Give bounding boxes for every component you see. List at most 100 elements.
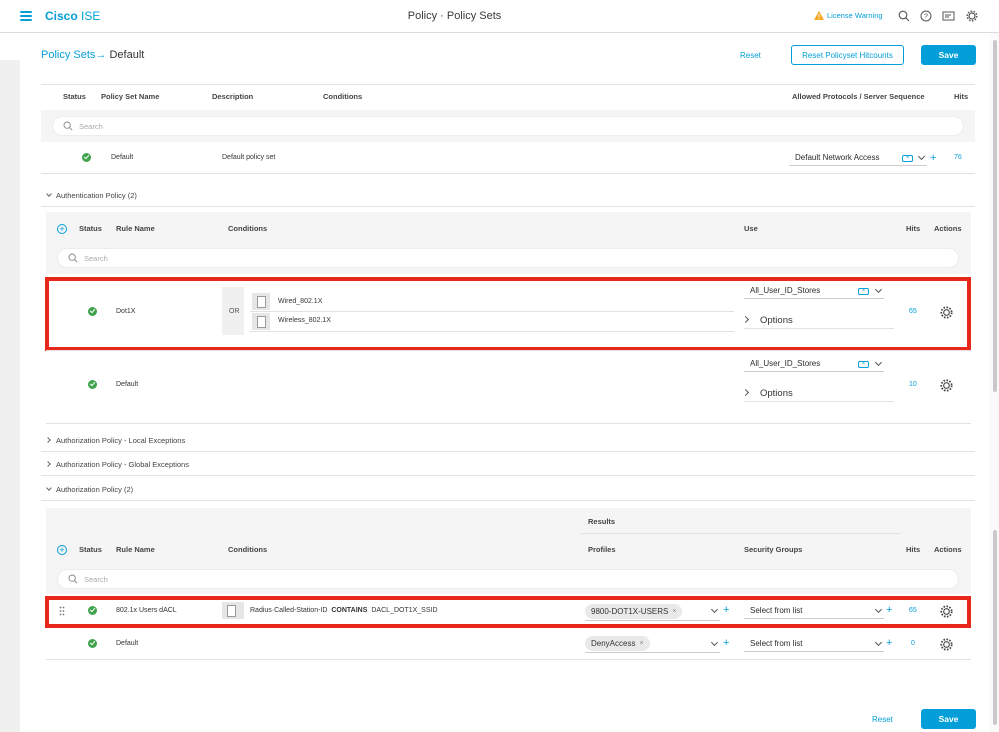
col-status: Status [79,224,102,233]
add-rule-icon[interactable]: + [57,545,67,555]
help-icon[interactable]: ? [920,10,932,22]
add-rule-icon[interactable]: + [57,224,67,234]
notifications-icon[interactable] [942,10,956,22]
policy-set-description: Default policy set [222,154,276,161]
save-button[interactable]: Save [921,45,976,65]
search-placeholder: Search [84,253,108,263]
security-group-value: Select from list [750,639,803,648]
svg-text:?: ? [924,14,928,21]
col-conditions: Conditions [228,224,268,233]
authentication-policy-toggle[interactable]: Authentication Policy (2) [56,191,137,200]
col-policy-set-name: Policy Set Name [101,92,160,101]
clear-icon[interactable]: × [902,155,913,162]
use-identity-value: All_User_ID_Stores [750,359,821,368]
chevron-right-icon[interactable] [741,388,750,397]
policy-set-hits[interactable]: 76 [954,154,962,161]
breadcrumb-policy-sets[interactable]: Policy Sets [41,49,95,61]
allowed-protocols-value: Default Network Access [795,153,880,162]
license-warning-link[interactable]: License Warning [814,11,883,20]
divider [585,652,720,653]
breadcrumb-arrow: → [95,49,107,61]
col-actions: Actions [934,224,962,233]
policy-set-name[interactable]: Default [111,154,133,161]
divider [46,350,971,351]
rule-hits[interactable]: 0 [911,640,915,647]
search-icon [63,121,73,131]
search-icon [68,574,78,584]
col-hits: Hits [906,545,921,554]
chevron-down-icon[interactable] [46,485,52,491]
add-icon[interactable]: + [723,638,729,649]
col-hits: Hits [954,92,969,101]
divider [41,173,975,174]
col-security-groups: Security Groups [744,545,803,554]
rule-name-default[interactable]: Default [116,381,138,388]
warning-icon [814,11,824,20]
reset-hitcounts-button[interactable]: Reset Policyset Hitcounts [791,45,904,65]
rule-hits[interactable]: 10 [909,381,917,388]
top-bar: Cisco ISE Policy · Policy Sets License W… [0,0,999,33]
page-title: Policy · Policy Sets [407,10,502,22]
license-warning-label: License Warning [827,11,883,20]
col-conditions: Conditions [323,92,363,101]
add-icon[interactable]: + [930,153,936,164]
status-enabled-icon [82,153,91,162]
auth-rule-search[interactable]: Search [57,248,959,268]
divider [41,475,975,476]
search-placeholder: Search [79,121,103,131]
profile-tag[interactable]: DenyAccess × [585,636,650,651]
status-enabled-icon [88,380,97,389]
search-placeholder: Search [84,574,108,584]
bottom-reset-link[interactable]: Reset [872,715,893,724]
rule-name-default[interactable]: Default [116,640,138,647]
divider [46,659,971,660]
authz-rule-search[interactable]: Search [57,569,959,589]
divider [41,451,975,452]
status-enabled-icon [88,639,97,648]
divider [581,533,901,534]
profile-tag-label: DenyAccess [591,639,636,648]
chevron-right-icon[interactable] [45,437,51,443]
scrollbar-thumb-lower[interactable] [993,530,997,725]
remove-icon[interactable]: × [639,640,643,647]
col-allowed-protocols: Allowed Protocols / Server Sequence [792,92,925,101]
scrollbar-thumb[interactable] [993,40,997,392]
highlight-box [45,596,971,628]
authz-global-exceptions-toggle[interactable]: Authorization Policy - Global Exceptions [56,460,189,469]
options-toggle[interactable]: Options [760,388,793,399]
left-panel [0,60,20,732]
breadcrumb-current: Default [109,49,145,61]
col-rule-name: Rule Name [116,545,155,554]
divider [41,84,975,85]
search-icon [68,253,78,263]
col-hits: Hits [906,224,921,233]
policy-set-search[interactable]: Search [52,116,964,136]
breadcrumb: Policy Sets→ Default [41,49,144,61]
col-rule-name: Rule Name [116,224,155,233]
reset-link[interactable]: Reset [740,51,761,60]
search-icon[interactable] [898,10,910,22]
gear-icon[interactable] [966,10,978,22]
highlight-box [45,277,971,351]
divider [744,401,894,402]
col-conditions: Conditions [228,545,268,554]
authz-local-exceptions-toggle[interactable]: Authorization Policy - Local Exceptions [56,436,185,445]
gear-icon[interactable] [940,379,953,392]
authorization-policy-toggle[interactable]: Authorization Policy (2) [56,485,133,494]
col-actions: Actions [934,545,962,554]
clear-icon[interactable]: × [858,361,869,368]
chevron-down-icon[interactable] [710,638,719,647]
col-description: Description [212,92,254,101]
chevron-down-icon[interactable] [46,191,52,197]
chevron-right-icon[interactable] [45,461,51,467]
gear-icon[interactable] [940,638,953,651]
security-group-select[interactable]: Select from list [744,636,884,652]
col-status: Status [79,545,102,554]
add-icon[interactable]: + [886,638,892,649]
col-status: Status [63,92,86,101]
col-profiles: Profiles [588,545,616,554]
bottom-save-button[interactable]: Save [921,709,976,729]
divider [46,423,971,424]
results-label: Results [588,517,616,526]
col-use: Use [744,224,758,233]
